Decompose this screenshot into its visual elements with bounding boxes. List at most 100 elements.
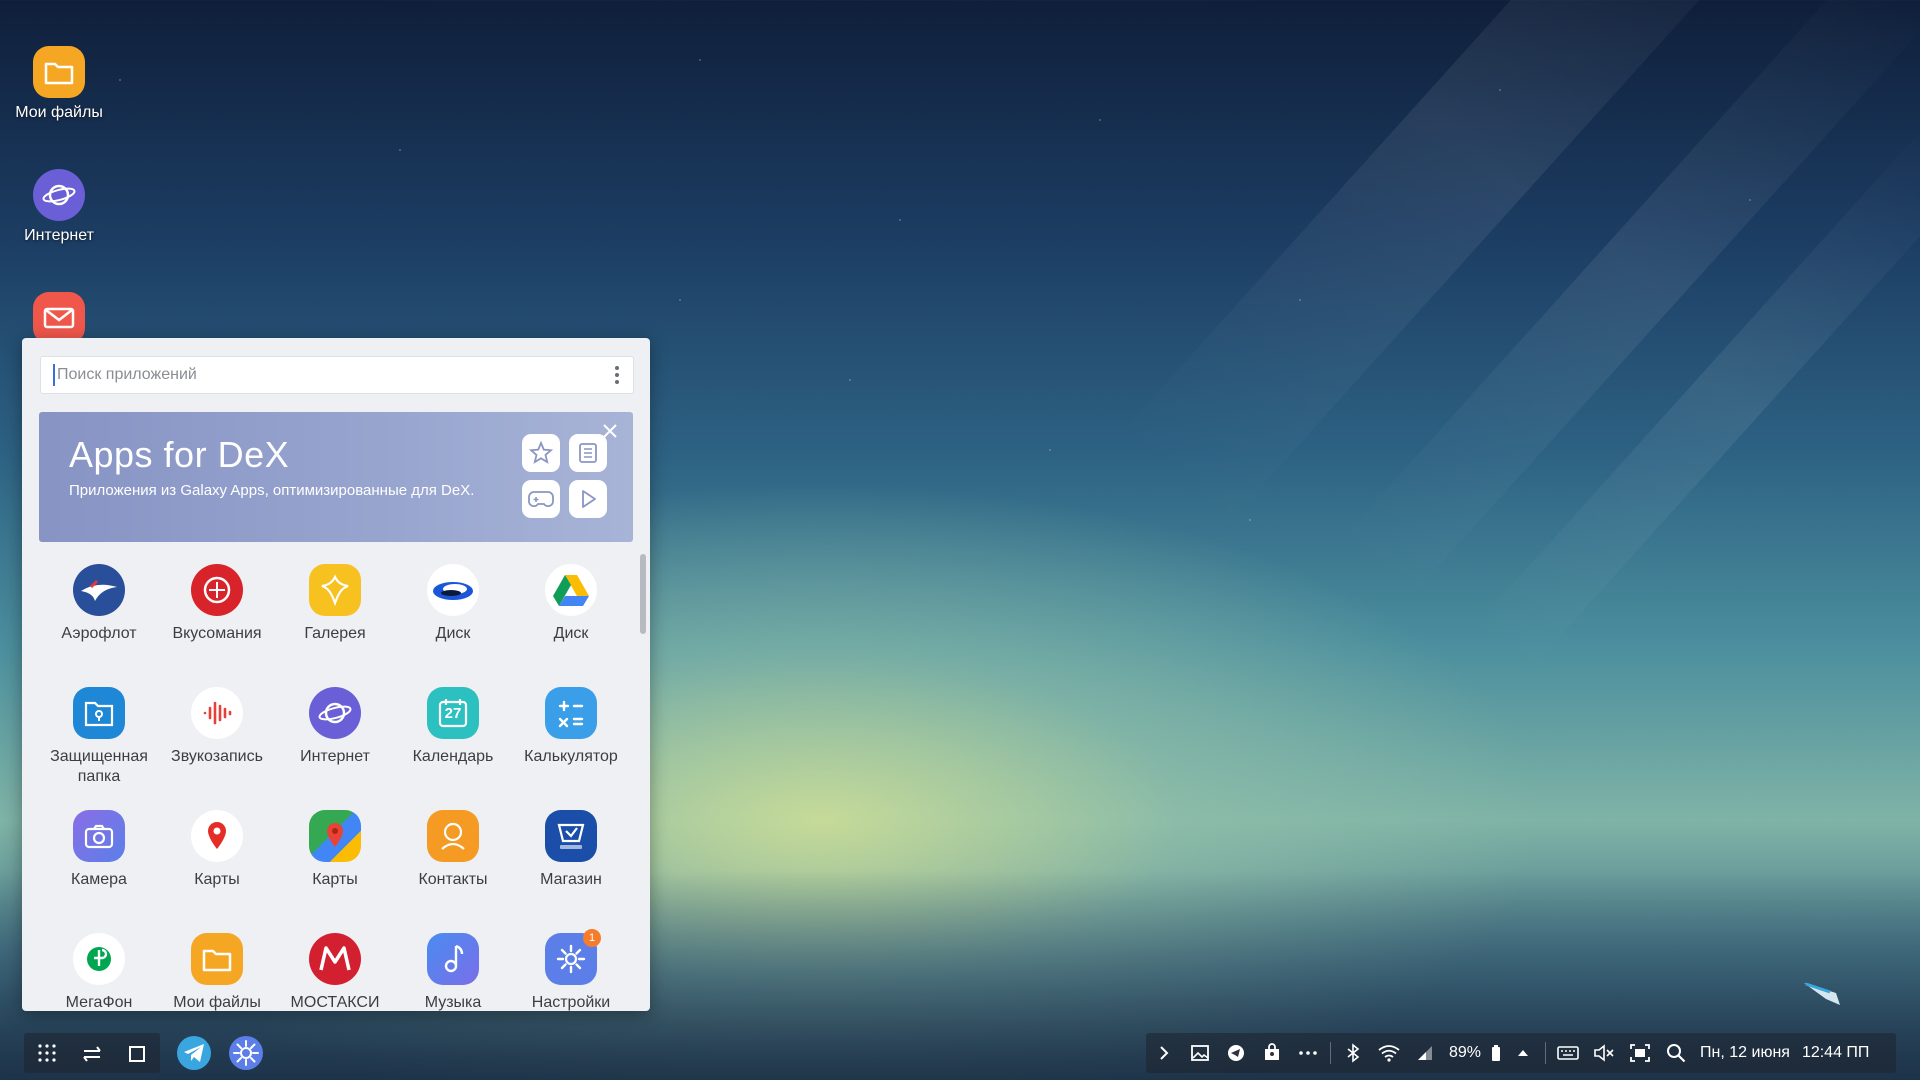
taskbar-app-settings[interactable] [226,1033,266,1073]
app-yandex-disk[interactable]: Диск [394,558,512,681]
app-settings[interactable]: 1 Настройки [512,927,630,1011]
app-contacts[interactable]: Контакты [394,804,512,927]
text-caret [53,364,55,386]
apps-for-dex-banner[interactable]: Apps for DeX Приложения из Galaxy Apps, … [39,412,633,542]
more-notifications-icon[interactable] [1290,1033,1326,1073]
internet-planet-icon [309,687,361,739]
desktop-icon-label: Интернет [24,227,94,244]
app-my-files[interactable]: Мои файлы [158,927,276,1011]
taskbar-app-telegram[interactable] [174,1033,214,1073]
gallery-icon [309,564,361,616]
caret-up-icon[interactable] [1505,1033,1541,1073]
app-label: Галерея [304,625,366,642]
app-label: Настройки [531,994,611,1011]
aeroflot-icon [73,564,125,616]
apps-grid-icon[interactable] [36,1042,58,1064]
store-bag-icon[interactable] [1254,1033,1290,1073]
app-label: Диск [553,625,589,642]
recent-apps-icon[interactable] [81,1042,103,1064]
app-secure-folder[interactable]: Защищенная папка [40,681,158,804]
app-calendar[interactable]: 27 Календарь [394,681,512,804]
desktop-icon-my-files[interactable]: Мои файлы [11,46,107,122]
app-label: Звукозапись [171,748,263,765]
desktop-icon-internet[interactable]: Интернет [11,169,107,245]
play-icon [569,480,607,518]
app-mostaxi[interactable]: МОСТАКСИ [276,927,394,1011]
wallpaper-light-beam [1469,111,1920,679]
app-yandex-maps[interactable]: Карты [158,804,276,927]
calculator-icon [545,687,597,739]
app-megafon[interactable]: МегаФон [40,927,158,1011]
app-label: Калькулятор [524,748,618,765]
gamepad-icon [522,480,560,518]
app-label: Защищенная папка [50,748,148,785]
battery-icon[interactable] [1487,1033,1505,1073]
app-row: МегаФон Мои файлы МОСТАКСИ Музыка 1 Наст… [40,927,630,1011]
app-label: Карты [312,871,358,888]
star-icon [522,434,560,472]
wallpaper-light-beam [1338,0,1920,603]
google-drive-icon [545,564,597,616]
keyboard-icon[interactable] [1550,1033,1586,1073]
system-tray: 89% Пн, 12 июня 12:44 ПП [1146,1033,1896,1073]
cellular-signal-icon[interactable] [1407,1033,1443,1073]
yandex-maps-icon [191,810,243,862]
telegram-notification-icon[interactable] [1218,1033,1254,1073]
app-label: Контакты [418,871,488,888]
mostaxi-icon [309,933,361,985]
app-google-maps[interactable]: Карты [276,804,394,927]
voice-recorder-icon [191,687,243,739]
wifi-icon[interactable] [1371,1033,1407,1073]
app-label: Карты [194,871,240,888]
yandex-disk-icon [427,564,479,616]
app-label: Диск [435,625,471,642]
tray-time[interactable]: 12:44 ПП [1796,1044,1875,1062]
tray-date[interactable]: Пн, 12 июня [1694,1044,1796,1062]
desktop-icon-label: Мои файлы [15,104,103,121]
screenshot-image-icon[interactable] [1182,1033,1218,1073]
more-options-icon[interactable] [615,366,619,384]
app-vkusomania[interactable]: Вкусомания [158,558,276,681]
document-list-icon [569,434,607,472]
bluetooth-icon[interactable] [1335,1033,1371,1073]
google-maps-icon [309,810,361,862]
app-aeroflot[interactable]: Аэрофлот [40,558,158,681]
banner-description: Приложения из Galaxy Apps, оптимизирован… [69,482,475,499]
settings-gear-icon: 1 [545,929,601,985]
galaxy-store-icon [545,810,597,862]
home-icon[interactable] [126,1042,148,1064]
app-music[interactable]: Музыка [394,927,512,1011]
app-calculator[interactable]: Калькулятор [512,681,630,804]
app-label: Магазин [540,871,602,888]
app-row: Защищенная папка Звукозапись Интернет 27 [40,681,630,804]
vkusomania-icon [191,564,243,616]
calendar-day: 27 [444,705,462,722]
camera-icon [73,810,125,862]
app-internet[interactable]: Интернет [276,681,394,804]
app-voice-recorder[interactable]: Звукозапись [158,681,276,804]
app-label: МОСТАКСИ [290,994,380,1011]
app-google-drive[interactable]: Диск [512,558,630,681]
app-galaxy-store[interactable]: Магазин [512,804,630,927]
folder-icon [33,46,85,98]
megafon-icon [73,933,125,985]
volume-muted-icon[interactable] [1586,1033,1622,1073]
search-icon[interactable] [1658,1033,1694,1073]
tray-divider [1545,1042,1547,1064]
search-placeholder: Поиск приложений [57,366,197,383]
app-camera[interactable]: Камера [40,804,158,927]
s-pen-icon[interactable] [1800,975,1844,1011]
battery-percent: 89% [1449,1044,1482,1061]
app-gallery[interactable]: Галерея [276,558,394,681]
email-icon [33,292,85,344]
screen-capture-icon[interactable] [1622,1033,1658,1073]
app-label: Интернет [300,748,370,765]
secure-folder-icon [73,687,125,739]
app-search-input[interactable]: Поиск приложений [40,356,634,394]
app-drawer: Поиск приложений Apps for DeX Приложения… [22,338,650,1011]
contacts-icon [427,810,479,862]
drawer-scrollbar[interactable] [640,554,646,634]
expand-chevron-icon[interactable] [1146,1033,1182,1073]
app-label: Вкусомания [172,625,262,642]
app-row: Аэрофлот Вкусомания Галерея Диск Диск [40,558,630,681]
